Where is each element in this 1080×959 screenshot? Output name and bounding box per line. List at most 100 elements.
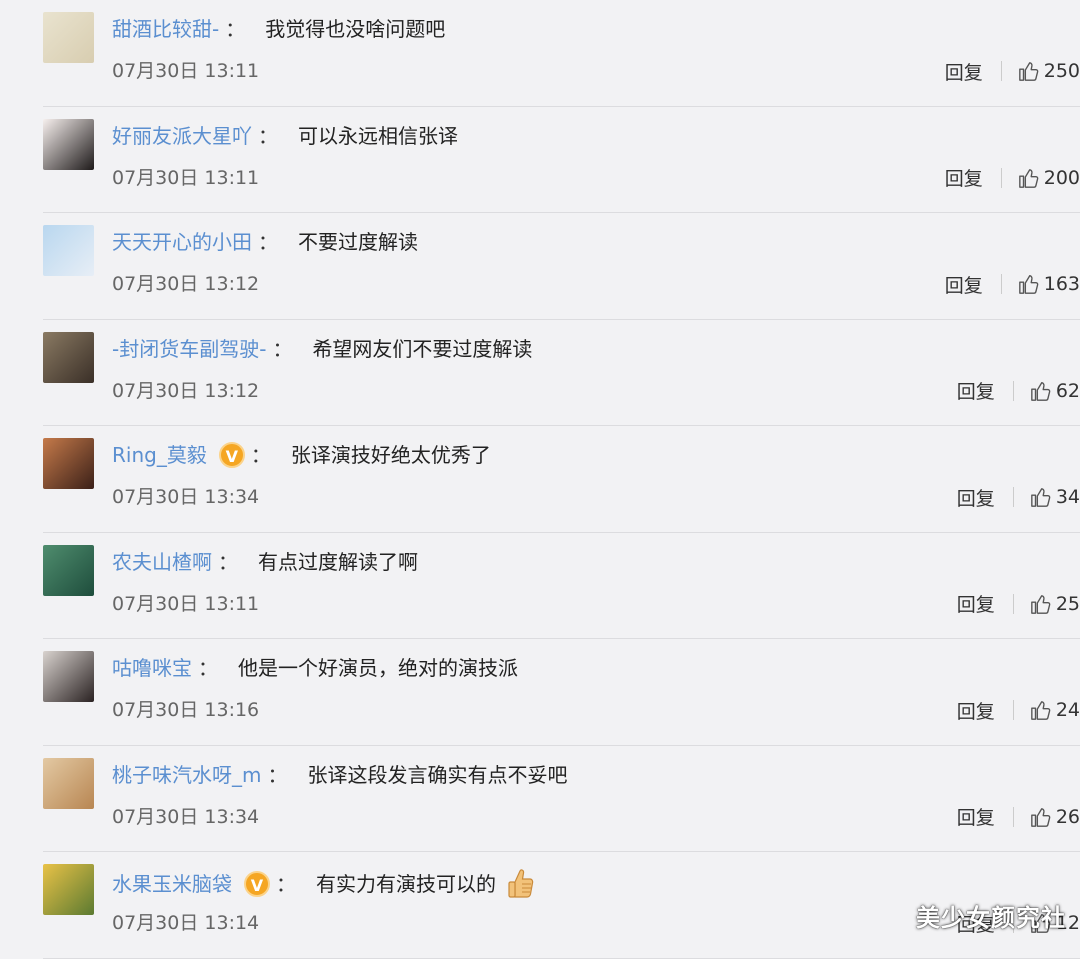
- username-link[interactable]: 好丽友派大星吖: [112, 123, 252, 149]
- comment-actions: 回复 62: [957, 376, 1080, 406]
- avatar[interactable]: [43, 225, 94, 276]
- comment-date: 07月30日 13:34: [112, 486, 260, 508]
- divider: [1012, 806, 1014, 827]
- thumbs-up-icon[interactable]: [1030, 806, 1052, 828]
- divider: [1012, 700, 1014, 720]
- comment-line: Ring_莫毅 V ： 张译演技好绝太优秀了: [112, 442, 491, 468]
- verified-badge-icon: V: [244, 871, 270, 897]
- comment-text: 我觉得也没啥问题吧: [265, 17, 446, 41]
- divider: [1000, 61, 1002, 81]
- username-link[interactable]: Ring_莫毅: [112, 442, 207, 468]
- thumbs-up-icon[interactable]: [1018, 60, 1040, 82]
- reply-button[interactable]: 回复: [957, 377, 995, 404]
- comment-actions: 回复 24: [957, 695, 1080, 725]
- divider: [1000, 274, 1002, 294]
- comment-date: 07月30日 13:11: [112, 166, 260, 189]
- thumbs-up-icon[interactable]: [1030, 380, 1052, 402]
- comment-actions: 回复 200: [945, 163, 1080, 193]
- comment-item: -封闭货车副驾驶- ： 希望网友们不要过度解读 07月30日 13:12 回复 …: [43, 320, 1080, 426]
- comment-line: 好丽友派大星吖 ： 可以永远相信张译: [112, 123, 458, 149]
- comment-line: 咕噜咪宝 ： 他是一个好演员，绝对的演技派: [112, 655, 518, 681]
- comment-date: 07月30日 13:11: [112, 60, 260, 82]
- watermark: 美少女颜究社: [916, 904, 1066, 932]
- avatar[interactable]: [43, 544, 94, 596]
- reply-button[interactable]: 回复: [957, 697, 995, 724]
- separator-colon: ：: [198, 656, 218, 680]
- avatar[interactable]: [43, 757, 94, 809]
- comment-item: Ring_莫毅 V ： 张译演技好绝太优秀了 07月30日 13:34 回复 3…: [43, 426, 1080, 533]
- thumbs-up-icon[interactable]: [1018, 167, 1040, 189]
- comment-item: 桃子味汽水呀_m ： 张译这段发言确实有点不妥吧 07月30日 13:34 回复…: [43, 746, 1080, 852]
- comment-date: 07月30日 13:34: [112, 805, 260, 828]
- comment-actions: 回复 163: [945, 269, 1080, 299]
- username-link[interactable]: 甜酒比较甜-: [112, 16, 219, 42]
- thumbs-up-icon[interactable]: [1030, 486, 1052, 508]
- comment-actions: 回复 26: [957, 802, 1080, 832]
- comment-text: 有实力有演技可以的: [316, 872, 496, 896]
- avatar[interactable]: [43, 651, 94, 702]
- comment-actions: 回复 25: [957, 589, 1080, 619]
- divider: [1012, 593, 1014, 614]
- thumbs-up-icon[interactable]: [1030, 699, 1052, 721]
- separator-colon: ：: [267, 762, 288, 787]
- username-link[interactable]: -封闭货车副驾驶-: [112, 336, 266, 362]
- avatar[interactable]: [43, 864, 94, 915]
- comment-line: 天天开心的小田 ： 不要过度解读: [112, 229, 418, 255]
- comment-item: 农夫山楂啊 ： 有点过度解读了啊 07月30日 13:11 回复 25: [43, 533, 1080, 639]
- like-count: 25: [1055, 592, 1080, 615]
- like-count: 250: [1043, 60, 1080, 82]
- comment-date: 07月30日 13:16: [112, 699, 260, 721]
- avatar[interactable]: [43, 12, 94, 63]
- thumbs-up-emoji-icon: [506, 868, 536, 900]
- username-link[interactable]: 农夫山楂啊: [112, 549, 212, 575]
- like-count: 34: [1055, 486, 1080, 508]
- comment-text: 希望网友们不要过度解读: [312, 336, 533, 361]
- comment-line: 甜酒比较甜- ： 我觉得也没啥问题吧: [112, 16, 445, 42]
- comment-text: 张译演技好绝太优秀了: [290, 443, 491, 467]
- separator-colon: ：: [258, 230, 278, 254]
- separator-colon: ：: [250, 443, 271, 467]
- comment-date: 07月30日 13:12: [112, 379, 260, 402]
- username-link[interactable]: 咕噜咪宝: [112, 655, 192, 681]
- reply-button[interactable]: 回复: [957, 590, 995, 617]
- comment-text: 有点过度解读了啊: [258, 549, 418, 574]
- comment-text: 可以永远相信张译: [298, 123, 458, 148]
- username-link[interactable]: 天天开心的小田: [112, 229, 252, 255]
- separator-colon: ：: [258, 123, 278, 148]
- reply-button[interactable]: 回复: [945, 164, 983, 191]
- divider: [1000, 167, 1002, 188]
- comment-list: 甜酒比较甜- ： 我觉得也没啥问题吧 07月30日 13:11 回复 250 好…: [0, 0, 1080, 959]
- comment-item: 甜酒比较甜- ： 我觉得也没啥问题吧 07月30日 13:11 回复 250: [43, 0, 1080, 107]
- reply-button[interactable]: 回复: [957, 803, 995, 830]
- avatar[interactable]: [43, 438, 94, 489]
- separator-colon: ：: [225, 17, 246, 41]
- comment-item: 好丽友派大星吖 ： 可以永远相信张译 07月30日 13:11 回复 200: [43, 107, 1080, 213]
- divider: [1012, 487, 1014, 507]
- comment-actions: 回复 34: [957, 482, 1080, 512]
- like-count: 24: [1055, 699, 1080, 721]
- thumbs-up-icon[interactable]: [1030, 593, 1052, 615]
- comment-text: 不要过度解读: [298, 230, 418, 254]
- comment-line: 桃子味汽水呀_m ： 张译这段发言确实有点不妥吧: [112, 762, 567, 788]
- comment-text: 张译这段发言确实有点不妥吧: [307, 762, 568, 787]
- separator-colon: ：: [272, 336, 293, 361]
- separator-colon: ：: [218, 549, 238, 574]
- username-link[interactable]: 水果玉米脑袋: [112, 871, 232, 897]
- avatar[interactable]: [43, 331, 94, 383]
- divider: [1012, 380, 1014, 401]
- reply-button[interactable]: 回复: [945, 271, 983, 298]
- separator-colon: ：: [276, 872, 296, 896]
- reply-button[interactable]: 回复: [945, 58, 983, 85]
- comment-line: 水果玉米脑袋 V ： 有实力有演技可以的: [112, 868, 536, 900]
- reply-button[interactable]: 回复: [957, 484, 995, 511]
- comment-line: 农夫山楂啊 ： 有点过度解读了啊: [112, 549, 418, 575]
- like-count: 163: [1043, 273, 1080, 295]
- avatar[interactable]: [43, 118, 94, 170]
- comment-date: 07月30日 13:11: [112, 592, 260, 615]
- comment-actions: 回复 250: [945, 56, 1080, 86]
- username-link[interactable]: 桃子味汽水呀_m: [112, 762, 261, 788]
- thumbs-up-icon[interactable]: [1018, 273, 1040, 295]
- like-count: 26: [1055, 805, 1080, 828]
- comment-line: -封闭货车副驾驶- ： 希望网友们不要过度解读: [112, 336, 532, 362]
- comment-date: 07月30日 13:14: [112, 912, 260, 934]
